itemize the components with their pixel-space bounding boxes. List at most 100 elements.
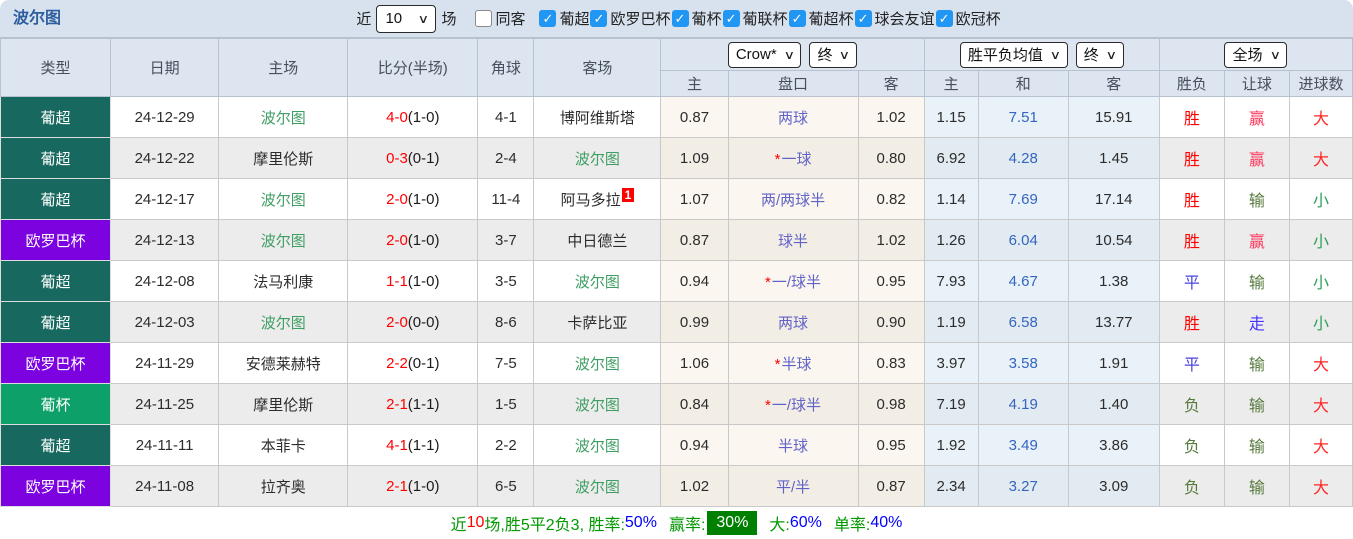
col-type: 类型 [0, 38, 112, 97]
col-let-result: 让球 [1223, 70, 1290, 97]
home-team: 摩里伦斯 [218, 383, 349, 425]
single-rate-value: 40% [870, 514, 903, 531]
col-odds-home: 主 [660, 70, 729, 97]
away-team: 波尔图 [533, 137, 662, 179]
mean-away-value: 13.77 [1067, 301, 1160, 343]
home-team: 本菲卡 [218, 424, 349, 466]
league-filter[interactable]: 葡超杯 [788, 8, 854, 29]
corner-count: 3-7 [477, 219, 535, 261]
col-handicap: 盘口 [727, 70, 859, 97]
result-goals: 大 [1288, 342, 1353, 384]
mean-draw-value: 3.49 [977, 424, 1069, 466]
handicap-value: *半球 [727, 424, 859, 466]
league-type-badge: 葡超 [0, 424, 112, 466]
col-corner: 角球 [477, 38, 535, 97]
home-team: 法马利康 [218, 260, 349, 302]
result-goals: 小 [1288, 260, 1353, 302]
score-cell: 2-0(1-0) [347, 219, 479, 261]
mean-away-value: 1.45 [1067, 137, 1160, 179]
league-filter[interactable]: 葡杯 [671, 8, 722, 29]
league-filter[interactable]: 葡超 [539, 8, 589, 29]
odds-company-select[interactable]: Crow* ∨ [727, 41, 802, 68]
away-team: 博阿维斯塔 [533, 96, 662, 138]
match-date: 24-12-29 [110, 96, 220, 138]
asterisk-icon: * [765, 396, 771, 414]
table-row: 欧罗巴杯 24-11-29 安德莱赫特 2-2(0-1) 7-5 波尔图 1.0… [0, 342, 1353, 384]
match-count-select[interactable]: 10 ∨ [376, 4, 437, 33]
big-rate-label: 大: [769, 517, 790, 534]
col-goal-result: 进球数 [1288, 70, 1353, 97]
let-rate-label: 赢率: [668, 517, 706, 534]
league-filter[interactable]: 欧冠杯 [935, 8, 1001, 29]
away-team: 波尔图 [533, 424, 662, 466]
result-goals: 大 [1288, 137, 1353, 179]
mean-home-value: 6.92 [923, 137, 979, 179]
odds-away-value: 0.98 [857, 383, 925, 425]
mean-draw-value: 4.67 [977, 260, 1069, 302]
league-checkbox[interactable] [854, 10, 872, 27]
result-wdl: 胜 [1158, 219, 1225, 261]
single-rate-label: 单率: [833, 517, 871, 534]
col-mean-away: 客 [1067, 70, 1160, 97]
mean-type-select[interactable]: 胜平负均值 ∨ [959, 41, 1068, 68]
league-checkbox[interactable] [722, 10, 740, 27]
col-date: 日期 [110, 38, 220, 97]
odds-home-value: 1.09 [660, 137, 729, 179]
handicap-value: *半球 [727, 342, 859, 384]
mean-type-value: 胜平负均值 [967, 47, 1043, 64]
mean-time-select[interactable]: 终 ∨ [1075, 41, 1124, 68]
near-label: 近 [356, 11, 372, 28]
handicap-value: *一/球半 [727, 383, 859, 425]
league-filter[interactable]: 欧罗巴杯 [590, 8, 671, 29]
corner-count: 6-5 [477, 465, 535, 507]
league-checkbox[interactable] [935, 10, 953, 27]
mean-draw-value: 3.27 [977, 465, 1069, 507]
league-checkbox[interactable] [671, 10, 689, 27]
away-team: 卡萨比亚 [533, 301, 662, 343]
period-value: 全场 [1232, 47, 1263, 64]
league-checkbox[interactable] [539, 10, 557, 27]
result-goals: 大 [1288, 465, 1353, 507]
chevron-down-icon: ∨ [417, 11, 429, 26]
odds-home-value: 0.87 [660, 96, 729, 138]
match-history-table: 类型 日期 主场 比分(半场) 角球 客场 Crow* ∨ 终 ∨ 胜平负均值 … [0, 38, 1353, 507]
league-type-badge: 葡杯 [0, 383, 112, 425]
odds-away-value: 0.95 [857, 424, 925, 466]
corner-count: 7-5 [477, 342, 535, 384]
league-type-badge: 葡超 [0, 260, 112, 302]
league-type-badge: 葡超 [0, 178, 112, 220]
score-cell: 2-1(1-1) [347, 383, 479, 425]
league-checkbox[interactable] [788, 10, 806, 27]
result-group-header: 全场 ∨ [1158, 38, 1353, 71]
odds-time-select[interactable]: 终 ∨ [809, 41, 858, 68]
odds-away-value: 0.87 [857, 465, 925, 507]
col-odds-away: 客 [857, 70, 925, 97]
home-team: 安德莱赫特 [218, 342, 349, 384]
league-checkbox[interactable] [590, 10, 608, 27]
summary-prefix: 近 [450, 517, 467, 534]
odds-home-value: 1.07 [660, 178, 729, 220]
period-select[interactable]: 全场 ∨ [1224, 41, 1288, 68]
match-date: 24-12-17 [110, 178, 220, 220]
league-filter[interactable]: 球会友谊 [854, 8, 935, 29]
result-handicap: 赢 [1223, 219, 1290, 261]
result-handicap: 输 [1223, 424, 1290, 466]
chevron-down-icon: ∨ [1049, 47, 1062, 62]
match-date: 24-12-08 [110, 260, 220, 302]
mean-away-value: 10.54 [1067, 219, 1160, 261]
odds-home-value: 0.94 [660, 424, 729, 466]
mean-draw-value: 7.51 [977, 96, 1069, 138]
result-wdl: 胜 [1158, 301, 1225, 343]
corner-count: 2-4 [477, 137, 535, 179]
mean-away-value: 1.38 [1067, 260, 1160, 302]
mean-away-value: 17.14 [1067, 178, 1160, 220]
away-team: 波尔图 [533, 465, 662, 507]
league-filter[interactable]: 葡联杯 [722, 8, 788, 29]
same-away-checkbox[interactable] [475, 10, 493, 27]
result-goals: 小 [1288, 301, 1353, 343]
table-row: 葡超 24-11-11 本菲卡 4-1(1-1) 2-2 波尔图 0.94 *半… [0, 424, 1353, 466]
result-goals: 小 [1288, 219, 1353, 261]
chevron-down-icon: ∨ [839, 47, 851, 62]
handicap-value: *两/两球半 [727, 178, 859, 220]
same-away-filter[interactable]: 同客 [475, 8, 525, 29]
